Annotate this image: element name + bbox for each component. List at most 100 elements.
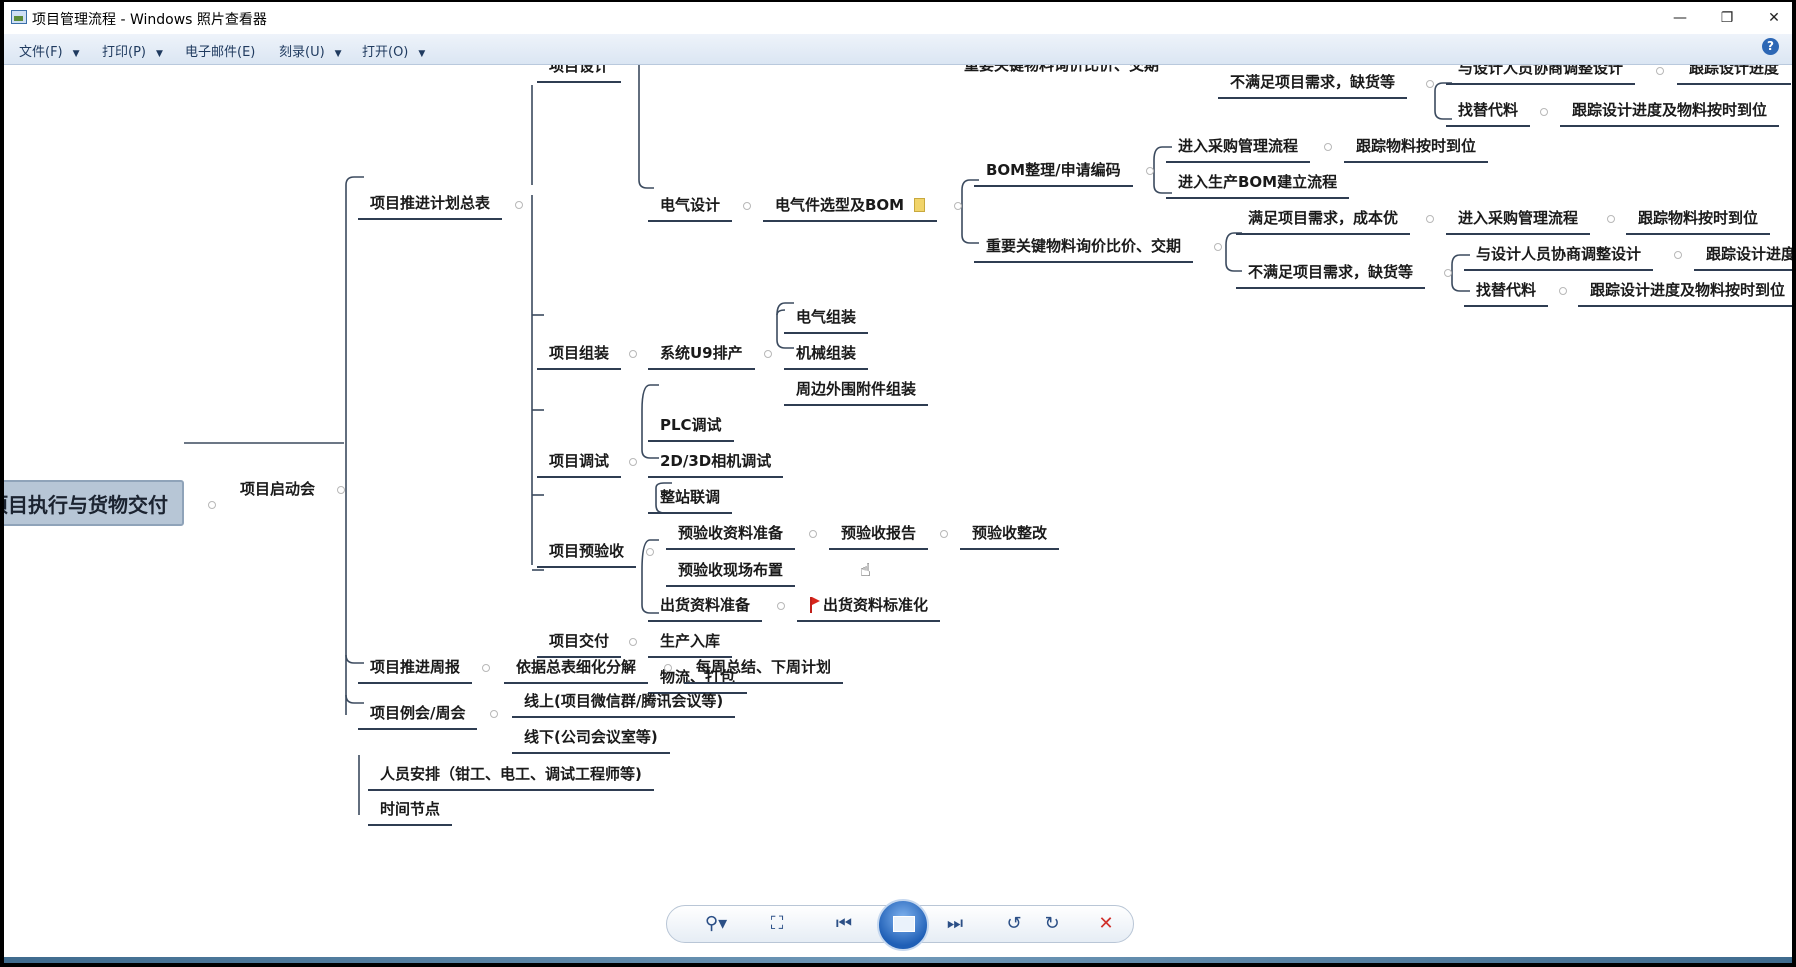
node-substitute[interactable]: 找替代料: [1464, 281, 1549, 307]
collapse-toggle[interactable]: [1426, 80, 1434, 88]
node-meeting-online[interactable]: 线上(项目微信群/腾讯会议等): [512, 692, 736, 718]
node-track-material-2[interactable]: 跟踪物料按时到位: [1626, 209, 1771, 235]
collapse-toggle[interactable]: [208, 501, 216, 509]
node-milestones[interactable]: 时间节点: [368, 800, 453, 826]
node-project-debug[interactable]: 项目调试: [537, 452, 622, 478]
node-meet-need[interactable]: 满足项目需求，成本优: [1236, 209, 1411, 235]
node-track-design-top[interactable]: 跟踪设计进度: [1677, 65, 1792, 85]
slideshow-button[interactable]: [877, 899, 929, 951]
node-pre-acceptance[interactable]: 项目预验收: [537, 542, 637, 568]
collapse-toggle[interactable]: [629, 638, 637, 646]
close-button[interactable]: ✕: [1756, 6, 1792, 30]
note-icon[interactable]: [914, 198, 926, 212]
collapse-toggle[interactable]: [809, 530, 817, 538]
menu-print[interactable]: 打印(P) ▼: [102, 41, 163, 60]
collapse-toggle[interactable]: [743, 202, 751, 210]
node-not-meet[interactable]: 不满足项目需求，缺货等: [1236, 263, 1426, 289]
menu-email[interactable]: 电子邮件(E): [185, 41, 255, 60]
node-shipping-standard[interactable]: 出货资料标准化: [797, 596, 941, 622]
collapse-toggle[interactable]: [1214, 243, 1222, 251]
node-negotiate[interactable]: 与设计人员协商调整设计: [1464, 245, 1654, 271]
restore-button[interactable]: ❐: [1709, 6, 1745, 30]
node-weekly-meeting[interactable]: 项目例会/周会: [358, 704, 478, 730]
collapse-toggle[interactable]: [1426, 215, 1434, 223]
menu-open-label: 打开(O): [362, 45, 409, 60]
minimize-button[interactable]: —: [1662, 6, 1698, 30]
node-plc-debug[interactable]: PLC调试: [648, 416, 734, 442]
previous-icon[interactable]: ⏮: [830, 912, 858, 936]
node-project-design[interactable]: 项目设计: [537, 65, 622, 83]
collapse-toggle[interactable]: [940, 530, 948, 538]
collapse-toggle[interactable]: [1674, 251, 1682, 259]
node-project-assembly[interactable]: 项目组装: [537, 344, 622, 370]
next-icon[interactable]: ⏭: [941, 912, 969, 936]
node-negotiate-top[interactable]: 与设计人员协商调整设计: [1446, 65, 1636, 85]
node-staffing[interactable]: 人员安排（钳工、电工、调试工程师等): [368, 765, 654, 791]
collapse-toggle[interactable]: [1146, 167, 1154, 175]
node-peripheral-assembly[interactable]: 周边外围附件组装: [784, 380, 929, 406]
collapse-toggle[interactable]: [337, 486, 345, 494]
node-key-material-partial[interactable]: 重要关键物料询价比价、交期: [964, 65, 1159, 74]
node-electric-bom[interactable]: 电气件选型及BOM: [763, 196, 938, 222]
slideshow-icon: [893, 916, 915, 932]
node-detail-breakdown[interactable]: 依据总表细化分解: [504, 658, 649, 684]
collapse-toggle[interactable]: [1656, 67, 1664, 75]
node-purchase-flow-1[interactable]: 进入采购管理流程: [1166, 137, 1311, 163]
collapse-toggle[interactable]: [515, 201, 523, 209]
node-track-design[interactable]: 跟踪设计进度: [1694, 245, 1792, 271]
command-bar: 文件(F) ▼ 打印(P) ▼ 电子邮件(E) 刻录(U) ▼ 打开(O) ▼: [4, 34, 1792, 65]
node-preaccept-data[interactable]: 预验收资料准备: [666, 524, 796, 550]
node-mechanical-assembly[interactable]: 机械组装: [784, 344, 869, 370]
collapse-toggle[interactable]: [490, 710, 498, 718]
node-u9-schedule[interactable]: 系统U9排产: [648, 344, 755, 370]
collapse-toggle[interactable]: [764, 350, 772, 358]
node-weekly-report[interactable]: 项目推进周报: [358, 658, 473, 684]
collapse-toggle[interactable]: [1607, 215, 1615, 223]
image-canvas[interactable]: 项目执行与货物交付 项目启动会 项目推进计划总表 项目推进周报 项目例会/周会 …: [4, 65, 1792, 895]
node-electric-assembly[interactable]: 电气组装: [784, 308, 869, 334]
collapse-toggle[interactable]: [646, 548, 654, 556]
node-station-debug[interactable]: 整站联调: [648, 488, 733, 514]
collapse-toggle[interactable]: [664, 664, 672, 672]
node-electric-design[interactable]: 电气设计: [648, 196, 733, 222]
node-warehouse[interactable]: 生产入库: [648, 632, 733, 658]
collapse-toggle[interactable]: [1540, 108, 1548, 116]
node-project-delivery[interactable]: 项目交付: [537, 632, 622, 658]
node-substitute-top[interactable]: 找替代料: [1446, 101, 1531, 127]
node-preaccept-rectify[interactable]: 预验收整改: [960, 524, 1060, 550]
node-preaccept-site[interactable]: 预验收现场布置: [666, 561, 796, 587]
node-weekly-summary[interactable]: 每周总结、下周计划: [684, 658, 844, 684]
node-track-design-material[interactable]: 跟踪设计进度及物料按时到位: [1578, 281, 1792, 307]
collapse-toggle[interactable]: [777, 602, 785, 610]
rotate-counterclockwise-icon[interactable]: ↺: [1000, 912, 1028, 936]
node-key-material[interactable]: 重要关键物料询价比价、交期: [974, 237, 1194, 263]
collapse-toggle[interactable]: [629, 458, 637, 466]
zoom-icon[interactable]: ⚲▾: [702, 912, 730, 936]
menu-file[interactable]: 文件(F) ▼: [19, 41, 80, 60]
actual-size-icon[interactable]: ⛶: [763, 912, 791, 936]
node-bom-code[interactable]: BOM整理/申请编码: [974, 161, 1133, 187]
node-master-plan[interactable]: 项目推进计划总表: [358, 194, 503, 220]
collapse-toggle[interactable]: [1444, 269, 1452, 277]
node-purchase-flow-2[interactable]: 进入采购管理流程: [1446, 209, 1591, 235]
collapse-toggle[interactable]: [1324, 143, 1332, 151]
delete-icon[interactable]: ✕: [1092, 912, 1120, 936]
root-node[interactable]: 项目执行与货物交付: [4, 480, 184, 526]
rotate-clockwise-icon[interactable]: ↻: [1038, 912, 1066, 936]
collapse-toggle[interactable]: [1559, 287, 1567, 295]
node-kickoff[interactable]: 项目启动会: [240, 480, 315, 498]
collapse-toggle[interactable]: [954, 202, 962, 210]
node-prod-bom[interactable]: 进入生产BOM建立流程: [1166, 173, 1350, 199]
node-shipping-data[interactable]: 出货资料准备: [648, 596, 763, 622]
menu-burn[interactable]: 刻录(U) ▼: [279, 41, 342, 60]
collapse-toggle[interactable]: [629, 350, 637, 358]
node-camera-debug[interactable]: 2D/3D相机调试: [648, 452, 784, 478]
node-meeting-offline[interactable]: 线下(公司会议室等): [512, 728, 670, 754]
node-track-design-material-top[interactable]: 跟踪设计进度及物料按时到位: [1560, 101, 1780, 127]
node-preaccept-report[interactable]: 预验收报告: [829, 524, 929, 550]
menu-open[interactable]: 打开(O) ▼: [362, 41, 425, 60]
collapse-toggle[interactable]: [482, 664, 490, 672]
node-not-meet-top[interactable]: 不满足项目需求，缺货等: [1218, 73, 1408, 99]
help-icon[interactable]: ?: [1762, 38, 1779, 55]
node-track-material-1[interactable]: 跟踪物料按时到位: [1344, 137, 1489, 163]
